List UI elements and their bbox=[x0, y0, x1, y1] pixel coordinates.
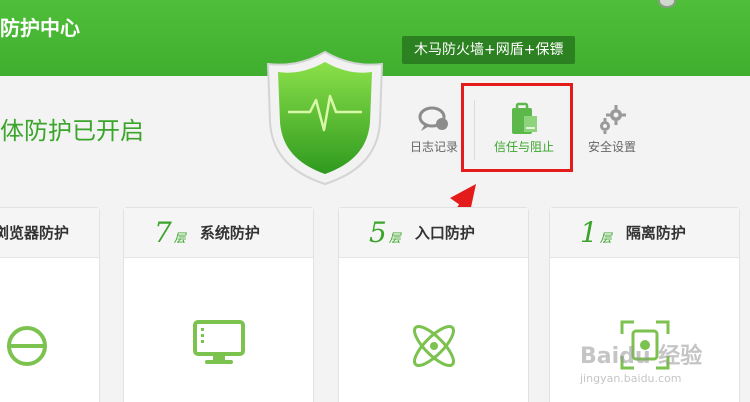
layer-unit: 层 bbox=[388, 231, 401, 245]
layer-count: 1 bbox=[580, 216, 598, 249]
security-settings-button[interactable]: 安全设置 bbox=[572, 100, 652, 155]
monitor-icon bbox=[192, 320, 245, 364]
card-label: 入口防护 bbox=[414, 224, 475, 242]
chat-bubble-icon bbox=[418, 106, 448, 131]
atom-icon bbox=[412, 325, 455, 367]
card-header: 5 层 入口防护 bbox=[339, 208, 528, 258]
card-header: 7 层 系统防护 bbox=[124, 208, 313, 258]
page-title: 防护中心 bbox=[0, 16, 80, 40]
watermark-sub: jingyan.baidu.com bbox=[580, 372, 682, 385]
protection-status-text: 体防护已开启 bbox=[0, 117, 144, 145]
layer-count: 5 bbox=[369, 216, 387, 249]
highlight-box bbox=[461, 83, 573, 172]
layer-count: 7 bbox=[154, 216, 172, 249]
card-label: 浏览器防护 bbox=[0, 224, 69, 242]
security-settings-label: 安全设置 bbox=[587, 140, 636, 154]
card-system-protection[interactable]: 7 层 系统防护 bbox=[123, 207, 314, 402]
gear-icon bbox=[600, 105, 626, 134]
baidu-watermark: Baidu 经验 jingyan.baidu.com bbox=[580, 338, 750, 385]
webcam-icon[interactable] bbox=[658, 0, 676, 8]
feature-tag: 木马防火墙+网盾+保镖 bbox=[402, 36, 576, 64]
card-header: 1 层 隔离防护 bbox=[550, 208, 739, 258]
card-browser-protection[interactable]: 浏览器防护 bbox=[0, 207, 100, 402]
shield-icon bbox=[266, 50, 384, 186]
layer-unit: 层 bbox=[599, 231, 612, 245]
layer-unit: 层 bbox=[173, 231, 186, 245]
watermark-main: Baidu 经验 bbox=[580, 344, 703, 369]
card-entry-protection[interactable]: 5 层 入口防护 bbox=[338, 207, 529, 402]
browser-e-icon bbox=[7, 326, 47, 366]
card-label: 隔离防护 bbox=[625, 224, 686, 242]
card-header: 浏览器防护 bbox=[0, 208, 99, 258]
card-label: 系统防护 bbox=[199, 224, 260, 242]
